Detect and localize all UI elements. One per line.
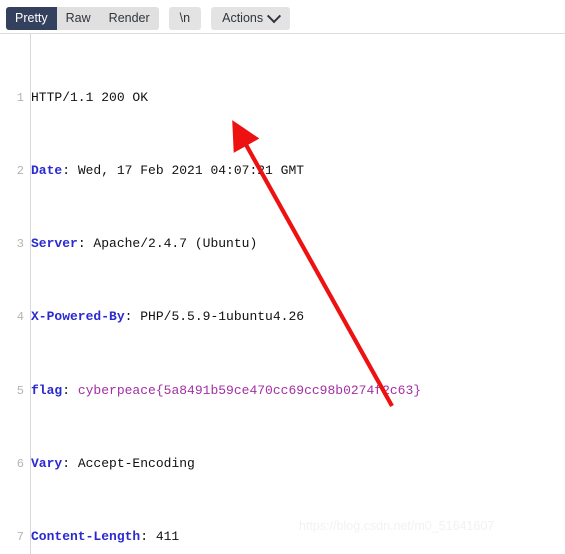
header-value: Accept-Encoding xyxy=(77,455,195,471)
line-number: 2 xyxy=(16,164,24,179)
header-name: Content-Length xyxy=(31,529,141,545)
header-flag: flag: cyberpeace{5a8491b59ce470cc69cc98b… xyxy=(31,382,422,398)
toggle-newline-button[interactable]: \n xyxy=(168,7,202,30)
response-code: 1 HTTP/1.1 200 OK 2 Date: Wed, 17 Feb 20… xyxy=(0,34,565,554)
actions-label: Actions xyxy=(222,11,264,25)
watermark: https://blog.csdn.net/m0_51641607 xyxy=(299,519,495,533)
code-line-flag: 5 flag: cyberpeace{5a8491b59ce470cc69cc9… xyxy=(0,382,565,400)
header-value: Apache/2.4.7 (Ubuntu) xyxy=(93,236,258,252)
tab-pretty[interactable]: Pretty xyxy=(6,7,57,30)
header-value: PHP/5.5.9-1ubuntu4.26 xyxy=(140,309,305,325)
code-line: 3 Server: Apache/2.4.7 (Ubuntu) xyxy=(0,235,565,253)
header-value: 411 xyxy=(155,529,180,545)
status-line: HTTP/1.1 200 OK xyxy=(31,89,149,105)
tab-render[interactable]: Render xyxy=(99,7,159,30)
header-name: Date xyxy=(31,163,63,179)
line-number: 5 xyxy=(16,383,24,398)
line-number: 7 xyxy=(16,530,24,545)
header-name: Vary xyxy=(31,455,63,471)
line-number: 1 xyxy=(16,90,24,105)
chevron-down-icon xyxy=(267,8,282,23)
header-name: X-Powered-By xyxy=(31,309,125,325)
line-number: 4 xyxy=(16,310,24,325)
header-date: Date: Wed, 17 Feb 2021 04:07:21 GMT xyxy=(31,163,305,179)
header-vary: Vary: Accept-Encoding xyxy=(31,455,195,471)
header-value: Wed, 17 Feb 2021 04:07:21 GMT xyxy=(77,163,305,179)
header-server: Server: Apache/2.4.7 (Ubuntu) xyxy=(31,236,258,252)
line-number: 3 xyxy=(16,237,24,252)
flag-value: cyberpeace{5a8491b59ce470cc69cc98b0274f2… xyxy=(77,382,422,398)
code-line: 4 X-Powered-By: PHP/5.5.9-1ubuntu4.26 xyxy=(0,308,565,326)
code-line: 2 Date: Wed, 17 Feb 2021 04:07:21 GMT xyxy=(0,162,565,180)
http-response-viewer[interactable]: 1 HTTP/1.1 200 OK 2 Date: Wed, 17 Feb 20… xyxy=(0,34,565,554)
header-x-powered-by: X-Powered-By: PHP/5.5.9-1ubuntu4.26 xyxy=(31,309,305,325)
tab-raw[interactable]: Raw xyxy=(56,7,100,30)
actions-button[interactable]: Actions xyxy=(211,7,291,30)
response-toolbar: Pretty Raw Render \n Actions xyxy=(0,0,565,33)
line-number: 6 xyxy=(16,456,24,471)
code-line: 6 Vary: Accept-Encoding xyxy=(0,455,565,473)
view-mode-button-group: Pretty Raw Render xyxy=(6,7,159,30)
header-name: flag xyxy=(31,382,63,398)
code-line: 1 HTTP/1.1 200 OK xyxy=(0,89,565,107)
header-name: Server xyxy=(31,236,78,252)
